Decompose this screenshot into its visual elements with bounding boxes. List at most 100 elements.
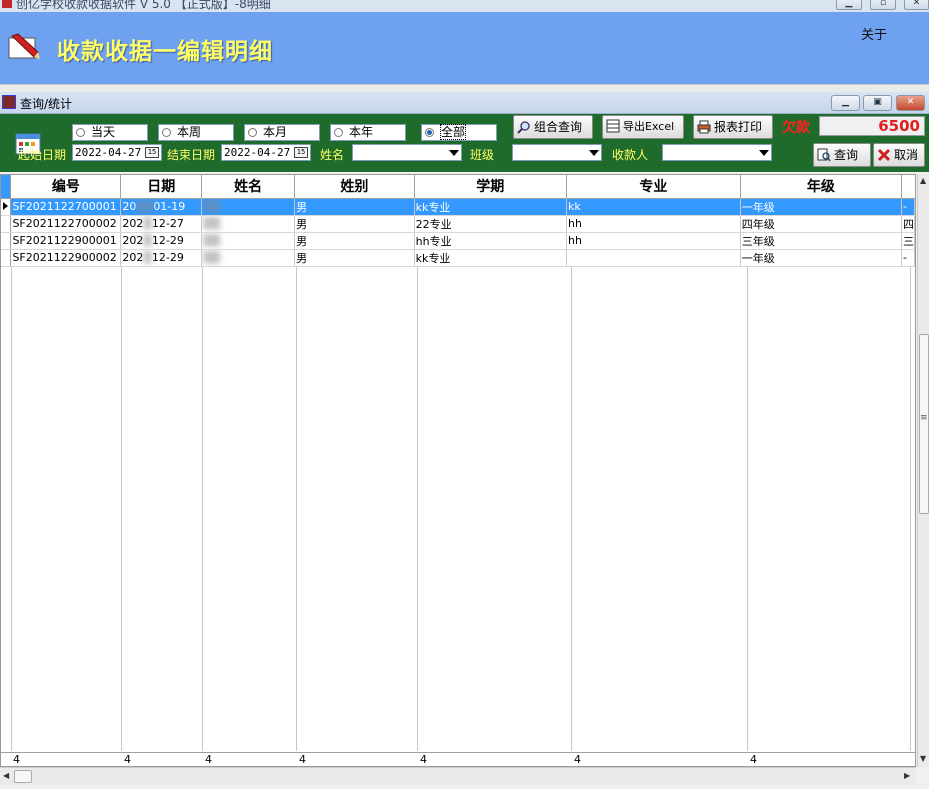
column-header-major[interactable]: 专业 <box>566 175 741 199</box>
blurred-text: ▒ <box>143 217 152 230</box>
child-restore-button[interactable]: ▣ <box>863 95 892 111</box>
cell-id[interactable]: SF2021122900002 <box>10 249 122 267</box>
radio-circle-week <box>162 128 171 137</box>
window-titlebar: 创亿学校收款收据软件 V 5.0 【正式版】-8明细 ▁ ▫ ✕ <box>0 0 929 12</box>
end-calendar-button[interactable]: 15 <box>294 147 308 158</box>
child-window-titlebar: 查询/统计 ▁ ▣ ✕ <box>0 92 929 114</box>
export-excel-button[interactable]: 导出Excel <box>602 115 684 139</box>
cell-grade[interactable]: 三年级 <box>740 232 902 250</box>
column-divider <box>571 267 572 751</box>
cell-term[interactable]: kk专业 <box>414 198 567 216</box>
name-combo[interactable] <box>352 144 462 161</box>
query-toolbar: 当天 本周 本月 本年 全部 起始日期 2022-04-27 15 结束日期 2… <box>0 114 929 172</box>
scroll-left-icon[interactable]: ◀ <box>3 771 9 780</box>
child-minimize-button[interactable]: ▁ <box>831 95 860 111</box>
row-indicator <box>1 249 12 267</box>
column-divider <box>11 267 12 751</box>
cell-date[interactable]: 202▒12-29 <box>120 232 203 250</box>
cell-gender[interactable]: 男 <box>294 232 415 250</box>
cell-grade[interactable]: 一年级 <box>740 249 902 267</box>
minimize-button[interactable]: ▁ <box>836 0 862 10</box>
combo-query-button[interactable]: 组合查询 <box>513 115 593 139</box>
report-print-button[interactable]: 报表打印 <box>693 115 773 139</box>
banner-separator <box>0 84 929 92</box>
class-combo[interactable] <box>512 144 602 161</box>
column-header-date[interactable]: 日期 <box>120 175 203 199</box>
blurred-text: ▒▒ <box>136 200 154 213</box>
cell-name[interactable]: ▒▒ <box>201 215 296 233</box>
end-date-picker[interactable]: 2022-04-27 15 <box>221 144 311 161</box>
cell-major[interactable]: hh <box>566 232 741 250</box>
scroll-up-icon[interactable]: ▲ <box>920 176 926 185</box>
child-close-button[interactable]: ✕ <box>896 95 925 111</box>
vertical-scroll-thumb[interactable] <box>919 334 929 514</box>
table-row[interactable]: SF2021122900002 202▒12-29 ▒▒ 男 kk专业 一年级 … <box>1 249 915 267</box>
scroll-down-icon[interactable]: ▼ <box>920 754 926 763</box>
row-pointer-icon <box>3 202 8 210</box>
column-header-term[interactable]: 学期 <box>414 175 567 199</box>
row-indicator <box>1 232 12 250</box>
header-corner <box>1 175 12 199</box>
data-grid[interactable]: 编号 日期 姓名 姓别 学期 专业 年级 SF2021122700001 20▒… <box>0 174 916 767</box>
column-header-id[interactable]: 编号 <box>10 175 122 199</box>
cell-date[interactable]: 202▒12-27 <box>120 215 203 233</box>
column-header-overflow <box>901 175 915 199</box>
cell-gender[interactable]: 男 <box>294 249 415 267</box>
start-date-label: 起始日期 <box>18 148 67 162</box>
summary-count: 4 <box>299 753 306 766</box>
arrears-label: 欠款 <box>782 120 810 136</box>
cell-id[interactable]: SF2021122900001 <box>10 232 122 250</box>
cell-gender[interactable]: 男 <box>294 198 415 216</box>
horizontal-scroll-thumb[interactable] <box>14 770 32 783</box>
cell-term[interactable]: kk专业 <box>414 249 567 267</box>
cancel-button[interactable]: 取消 <box>873 143 925 167</box>
query-button[interactable]: 查询 <box>813 143 871 167</box>
radio-all[interactable]: 全部 <box>421 124 497 141</box>
radio-this-month[interactable]: 本月 <box>244 124 320 141</box>
radio-circle-month <box>248 128 257 137</box>
cell-name[interactable]: ▒▒ <box>201 198 296 216</box>
close-icon <box>877 148 891 162</box>
chevron-down-icon <box>449 150 459 156</box>
radio-this-year[interactable]: 本年 <box>330 124 406 141</box>
banner: 收款收据一编辑明细 关于 <box>0 12 929 84</box>
cell-major[interactable] <box>566 249 741 267</box>
summary-count: 4 <box>205 753 212 766</box>
horizontal-scrollbar[interactable]: ◀ ▶ <box>0 767 916 785</box>
cell-date[interactable]: 202▒12-29 <box>120 249 203 267</box>
blurred-text: ▒ <box>143 251 152 264</box>
scroll-right-icon[interactable]: ▶ <box>904 771 910 780</box>
cell-date[interactable]: 20▒▒01-19 <box>120 198 203 216</box>
child-window-title: 查询/统计 <box>20 97 73 111</box>
cell-term[interactable]: 22专业 <box>414 215 567 233</box>
cell-name[interactable]: ▒▒ <box>201 232 296 250</box>
table-row[interactable]: SF2021122700002 202▒12-27 ▒▒ 男 22专业 hh 四… <box>1 215 915 233</box>
payee-combo[interactable] <box>662 144 772 161</box>
cell-major[interactable]: kk <box>566 198 741 216</box>
cell-id[interactable]: SF2021122700002 <box>10 215 122 233</box>
summary-count: 4 <box>420 753 427 766</box>
spreadsheet-icon <box>606 119 620 133</box>
cell-term[interactable]: hh专业 <box>414 232 567 250</box>
column-header-gender[interactable]: 姓别 <box>294 175 415 199</box>
pencil-icon <box>8 33 40 59</box>
cell-id[interactable]: SF2021122700001 <box>10 198 122 216</box>
column-header-name[interactable]: 姓名 <box>201 175 296 199</box>
cell-name[interactable]: ▒▒ <box>201 249 296 267</box>
cell-major[interactable]: hh <box>566 215 741 233</box>
cell-grade[interactable]: 四年级 <box>740 215 902 233</box>
table-row[interactable]: SF2021122700001 20▒▒01-19 ▒▒ 男 kk专业 kk 一… <box>1 198 915 216</box>
radio-this-week[interactable]: 本周 <box>158 124 234 141</box>
cell-grade[interactable]: 一年级 <box>740 198 902 216</box>
column-divider <box>747 267 748 751</box>
maximize-button[interactable]: ▫ <box>870 0 896 10</box>
column-header-grade[interactable]: 年级 <box>740 175 902 199</box>
vertical-scrollbar[interactable]: ▲ ▼ <box>917 174 929 767</box>
close-button[interactable]: ✕ <box>904 0 929 10</box>
start-calendar-button[interactable]: 15 <box>145 147 159 158</box>
start-date-picker[interactable]: 2022-04-27 15 <box>72 144 162 161</box>
table-row[interactable]: SF2021122900001 202▒12-29 ▒▒ 男 hh专业 hh 三… <box>1 232 915 250</box>
cell-gender[interactable]: 男 <box>294 215 415 233</box>
radio-today[interactable]: 当天 <box>72 124 148 141</box>
about-link[interactable]: 关于 <box>861 24 887 43</box>
